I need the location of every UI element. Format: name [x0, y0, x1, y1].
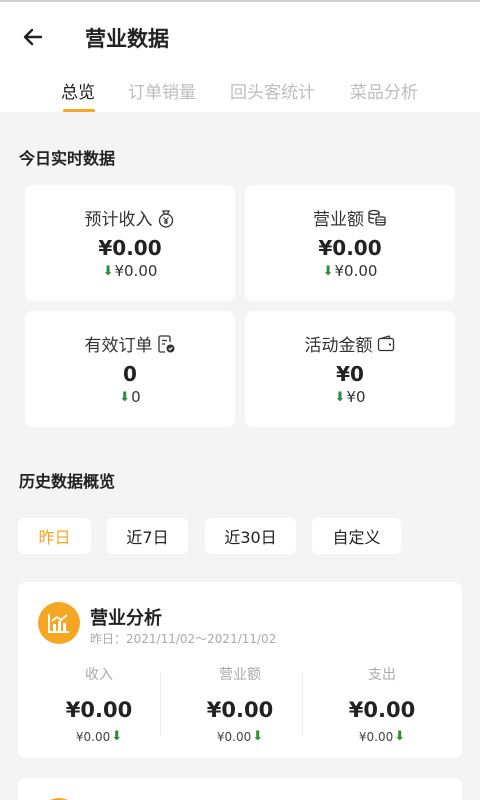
metric-delta: ¥0.00	[75, 729, 111, 744]
history-section-title: 历史数据概览	[19, 472, 116, 491]
metric-value: ¥0.00	[206, 698, 274, 722]
range-7-days-button[interactable]: 近7日	[107, 518, 188, 554]
panel-date-range: 昨日：2021/11/02～2021/11/02	[90, 632, 277, 646]
arrow-down-icon: ⬇	[102, 263, 114, 279]
arrow-down-icon: ⬇	[394, 729, 406, 744]
business-analysis-panel[interactable]: 营业分析 昨日：2021/11/02～2021/11/02 收入 ¥0.00 ¥…	[18, 582, 462, 758]
arrow-left-icon	[23, 28, 43, 46]
arrow-down-icon: ⬇	[322, 263, 334, 279]
card-label: 营业额	[313, 210, 364, 230]
next-panel[interactable]	[18, 778, 462, 800]
card-value: 0	[123, 362, 137, 386]
top-header: 营业数据 总览 订单销量 回头客统计 菜品分析	[0, 2, 480, 112]
metric-expense: 支出 ¥0.00 ¥0.00 ⬇	[311, 664, 453, 744]
card-turnover[interactable]: 营业额 ¥0.00 ⬇ ¥0.00	[245, 185, 455, 301]
realtime-section-title: 今日实时数据	[19, 149, 116, 168]
card-label: 有效订单	[84, 336, 153, 356]
range-30-days-button[interactable]: 近30日	[205, 518, 296, 554]
card-delta: ¥0.00	[114, 262, 158, 280]
page-title: 营业数据	[85, 27, 169, 51]
arrow-down-icon: ⬇	[334, 389, 346, 405]
metric-value: ¥0.00	[348, 698, 416, 722]
arrow-down-icon: ⬇	[111, 729, 123, 744]
range-yesterday-button[interactable]: 昨日	[18, 518, 91, 554]
tab-order-sales[interactable]: 订单销量	[128, 78, 196, 103]
tab-bar: 总览 订单销量 回头客统计 菜品分析	[0, 78, 480, 112]
active-tab-indicator	[63, 109, 95, 112]
order-check-icon	[157, 334, 174, 353]
metric-income: 收入 ¥0.00 ¥0.00 ⬇	[28, 664, 170, 744]
bar-chart-icon	[38, 602, 80, 644]
range-custom-button[interactable]: 自定义	[312, 518, 401, 554]
card-label: 活动金额	[304, 336, 373, 356]
arrow-down-icon: ⬇	[252, 729, 264, 744]
arrow-down-icon: ⬇	[119, 389, 131, 405]
panel-title: 营业分析	[90, 608, 162, 629]
card-value: ¥0	[336, 362, 364, 386]
metric-delta: ¥0.00	[358, 729, 394, 744]
card-delta: ¥0	[346, 388, 366, 406]
card-promotion-amount[interactable]: 活动金额 ¥0 ⬇ ¥0	[245, 311, 455, 427]
card-value: ¥0.00	[318, 236, 382, 260]
metric-value: ¥0.00	[65, 698, 133, 722]
tab-overview[interactable]: 总览	[61, 78, 95, 103]
card-delta: ¥0.00	[334, 262, 378, 280]
back-button[interactable]	[18, 22, 48, 52]
card-value: ¥0.00	[98, 236, 162, 260]
card-expected-income[interactable]: 预计收入 ¥0.00 ⬇ ¥0.00	[25, 185, 235, 301]
money-bag-icon	[158, 209, 173, 228]
metric-delta: ¥0.00	[216, 729, 252, 744]
metric-turnover: 营业额 ¥0.00 ¥0.00 ⬇	[169, 664, 311, 744]
wallet-icon	[377, 334, 394, 351]
tab-dish-analysis[interactable]: 菜品分析	[350, 78, 418, 103]
metric-label: 收入	[85, 667, 113, 683]
metric-divider	[302, 672, 303, 736]
card-label: 预计收入	[84, 210, 153, 230]
metric-label: 营业额	[219, 667, 261, 683]
metric-divider	[160, 672, 161, 736]
card-valid-orders[interactable]: 有效订单 0 ⬇ 0	[25, 311, 235, 427]
coins-icon	[368, 209, 386, 226]
card-delta: 0	[131, 388, 141, 406]
metric-label: 支出	[368, 667, 396, 683]
tab-returning-customers[interactable]: 回头客统计	[230, 78, 315, 103]
